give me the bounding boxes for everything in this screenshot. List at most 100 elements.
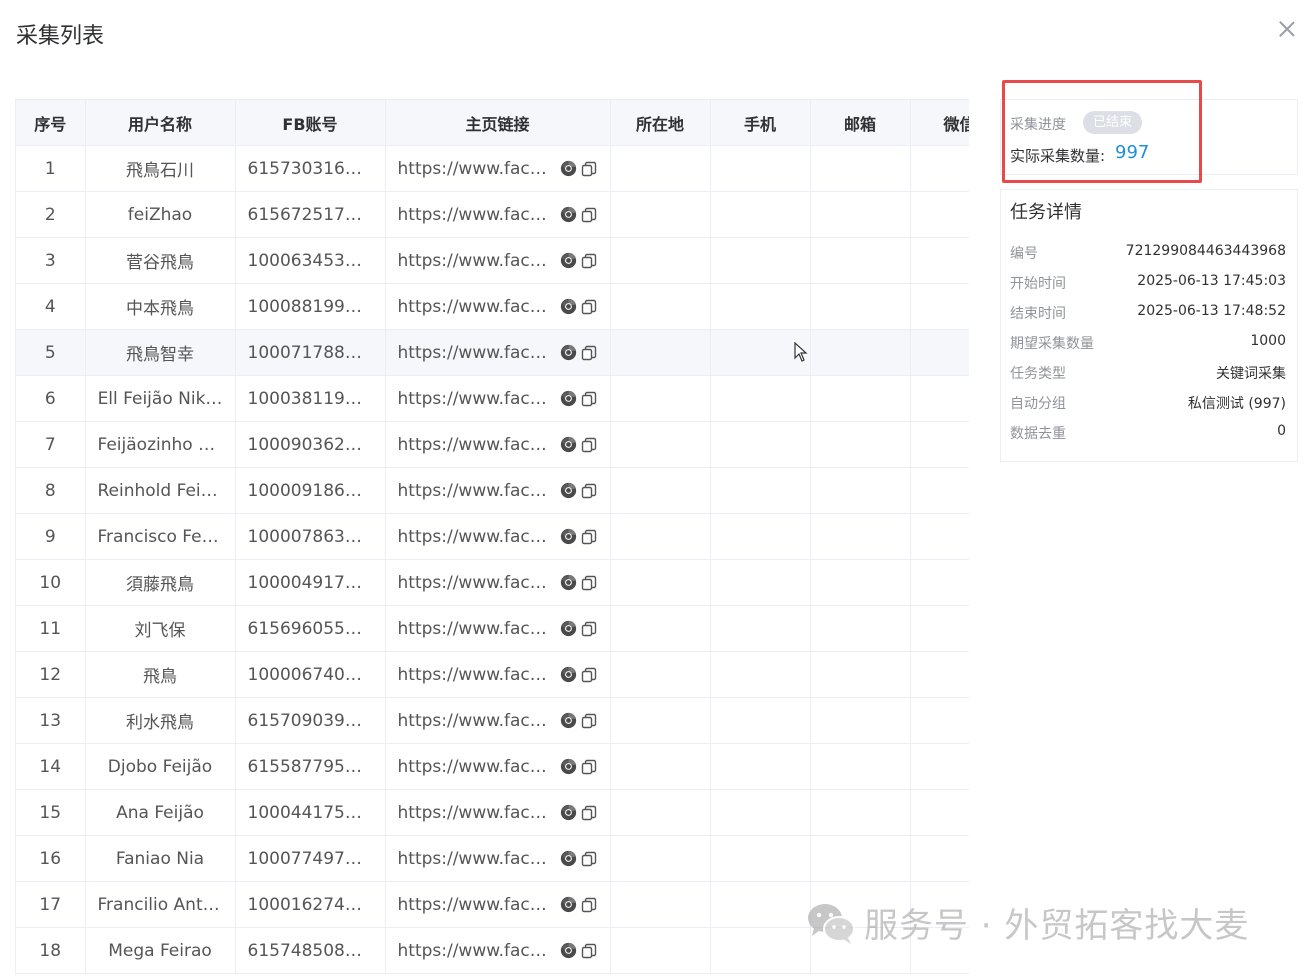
chrome-icon[interactable] [560, 436, 577, 453]
row-index: 17 [16, 881, 86, 928]
chrome-icon[interactable] [560, 390, 577, 407]
table-row[interactable]: 7 Feijäozinho E… 1000903621… https://www… [16, 421, 969, 468]
row-phone [710, 927, 811, 974]
copy-icon[interactable] [581, 667, 597, 683]
copy-icon[interactable] [581, 575, 597, 591]
row-location [610, 329, 711, 376]
row-homepage-link: https://www.faceb… [385, 881, 611, 928]
link-text[interactable]: https://www.faceb… [398, 803, 554, 823]
table-row[interactable]: 12 飛鳥 1000067401… https://www.faceb… [16, 651, 969, 698]
row-email [810, 467, 911, 514]
table-row[interactable]: 13 利水飛鳥 6157090399… https://www.faceb… [16, 697, 969, 744]
copy-icon[interactable] [581, 943, 597, 959]
copy-icon[interactable] [581, 713, 597, 729]
chrome-icon[interactable] [560, 758, 577, 775]
row-index: 3 [16, 237, 86, 284]
chrome-icon[interactable] [560, 804, 577, 821]
row-phone [710, 605, 811, 652]
chrome-icon[interactable] [560, 252, 577, 269]
row-wechat [910, 467, 969, 514]
row-homepage-link: https://www.faceb… [385, 329, 611, 376]
table-row[interactable]: 15 Ana Feijão 1000441754… https://www.fa… [16, 789, 969, 836]
chrome-icon[interactable] [560, 206, 577, 223]
link-text[interactable]: https://www.faceb… [398, 665, 554, 685]
chrome-icon[interactable] [560, 896, 577, 913]
link-text[interactable]: https://www.faceb… [398, 849, 554, 869]
link-text[interactable]: https://www.faceb… [398, 205, 554, 225]
link-text[interactable]: https://www.faceb… [398, 251, 554, 271]
link-text[interactable]: https://www.faceb… [398, 527, 554, 547]
copy-icon[interactable] [581, 851, 597, 867]
link-text[interactable]: https://www.faceb… [398, 389, 554, 409]
row-homepage-link: https://www.faceb… [385, 191, 611, 238]
link-text[interactable]: https://www.faceb… [398, 343, 554, 363]
copy-icon[interactable] [581, 391, 597, 407]
row-email [810, 789, 911, 836]
row-phone [710, 697, 811, 744]
link-text[interactable]: https://www.faceb… [398, 711, 554, 731]
chrome-icon[interactable] [560, 344, 577, 361]
table-row[interactable]: 14 Djobo Feijão 6155877954… https://www.… [16, 743, 969, 790]
row-email [810, 513, 911, 560]
link-text[interactable]: https://www.faceb… [398, 481, 554, 501]
chrome-icon[interactable] [560, 482, 577, 499]
task-detail-row: 任务类型 关键词采集 [1010, 363, 1286, 383]
table-row[interactable]: 3 菅谷飛鳥 1000634537… https://www.faceb… [16, 237, 969, 284]
link-text[interactable]: https://www.faceb… [398, 757, 554, 777]
copy-icon[interactable] [581, 529, 597, 545]
chrome-icon[interactable] [560, 712, 577, 729]
chrome-icon[interactable] [560, 942, 577, 959]
link-text[interactable]: https://www.faceb… [398, 297, 554, 317]
chrome-icon[interactable] [560, 574, 577, 591]
copy-icon[interactable] [581, 483, 597, 499]
link-text[interactable]: https://www.faceb… [398, 435, 554, 455]
row-email [810, 283, 911, 330]
table-row[interactable]: 9 Francisco Fei… 1000078637… https://www… [16, 513, 969, 560]
table-row[interactable]: 11 刘飞保 6156960555… https://www.faceb… [16, 605, 969, 652]
link-text[interactable]: https://www.faceb… [398, 159, 554, 179]
task-detail-value: 1000 [1250, 333, 1286, 349]
row-location [610, 283, 711, 330]
copy-icon[interactable] [581, 805, 597, 821]
chrome-icon[interactable] [560, 620, 577, 637]
row-index: 14 [16, 743, 86, 790]
link-text[interactable]: https://www.faceb… [398, 895, 554, 915]
link-text[interactable]: https://www.faceb… [398, 573, 554, 593]
copy-icon[interactable] [581, 621, 597, 637]
copy-icon[interactable] [581, 897, 597, 913]
table-row[interactable]: 1 飛鳥石川 6157303160… https://www.faceb… [16, 145, 969, 192]
row-phone [710, 881, 811, 928]
table-row[interactable]: 2 feiZhao 6156725175… https://www.faceb… [16, 191, 969, 238]
chrome-icon[interactable] [560, 850, 577, 867]
row-wechat [910, 605, 969, 652]
table-row[interactable]: 6 Ell Feijão Nik… 10003811906… https://w… [16, 375, 969, 422]
row-homepage-link: https://www.faceb… [385, 743, 611, 790]
copy-icon[interactable] [581, 437, 597, 453]
chrome-icon[interactable] [560, 298, 577, 315]
table-row[interactable]: 10 須藤飛鳥 1000049173… https://www.faceb… [16, 559, 969, 606]
copy-icon[interactable] [581, 345, 597, 361]
copy-icon[interactable] [581, 299, 597, 315]
copy-icon[interactable] [581, 253, 597, 269]
row-email [810, 237, 911, 284]
table-row[interactable]: 8 Reinhold Feinig 1000091860… https://ww… [16, 467, 969, 514]
row-wechat [910, 375, 969, 422]
watermark: 服务号 · 外贸拓客找大麦 [806, 898, 1249, 947]
copy-icon[interactable] [581, 207, 597, 223]
link-text[interactable]: https://www.faceb… [398, 619, 554, 639]
row-location [610, 145, 711, 192]
row-location [610, 191, 711, 238]
chrome-icon[interactable] [560, 528, 577, 545]
task-detail-panel [1000, 189, 1298, 462]
table-row[interactable]: 4 中本飛鳥 1000881998… https://www.faceb… [16, 283, 969, 330]
chrome-icon[interactable] [560, 666, 577, 683]
chrome-icon[interactable] [560, 160, 577, 177]
task-detail-value: 私信测试 (997) [1187, 396, 1286, 412]
link-text[interactable]: https://www.faceb… [398, 941, 554, 961]
row-location [610, 559, 711, 606]
copy-icon[interactable] [581, 161, 597, 177]
copy-icon[interactable] [581, 759, 597, 775]
table-row[interactable]: 16 Faniao Nia 1000774976… https://www.fa… [16, 835, 969, 882]
close-icon[interactable] [1276, 18, 1298, 40]
table-row[interactable]: 5 飛鳥智幸 1000717885… https://www.faceb… [16, 329, 969, 376]
